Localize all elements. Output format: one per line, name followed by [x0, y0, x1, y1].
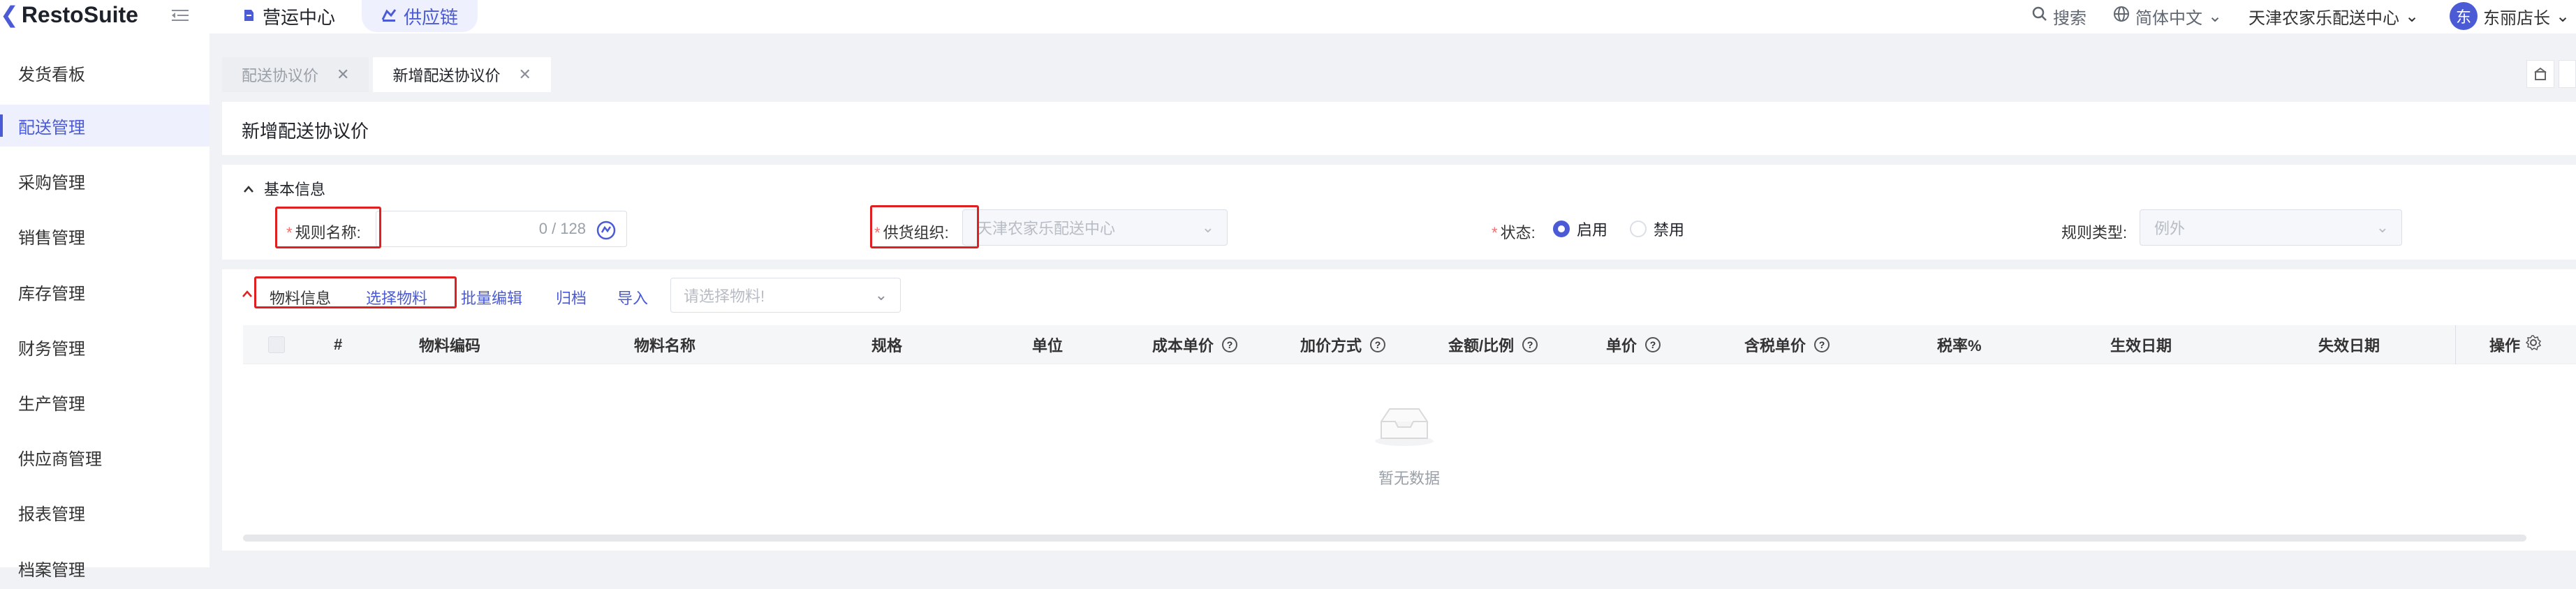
empty-text: 暂无数据 [1378, 470, 1441, 487]
chevron-down-icon: ⌄ [2405, 6, 2420, 26]
close-icon[interactable]: ✕ [337, 66, 349, 84]
col-tax-rate: 税率% [1937, 337, 1982, 355]
sidebar-item-shipping-board[interactable]: 发货看板 [0, 52, 209, 94]
batch-edit-link[interactable]: 批量编辑 [461, 286, 522, 308]
help-icon[interactable]: ? [1522, 337, 1538, 352]
rule-type-select[interactable]: 例外 ⌄ [2140, 209, 2402, 246]
highlight-box-material [254, 276, 457, 308]
col-tax-unit-price: 含税单价? [1744, 325, 1830, 364]
search-button[interactable]: 搜索 [2032, 4, 2086, 29]
title-card: 新增配送协议价 [222, 102, 2576, 155]
sidebar-item-archive[interactable]: 档案管理 [0, 547, 209, 589]
col-index: # [334, 336, 343, 353]
empty-box-icon [1373, 405, 1436, 450]
topnav-tab-operations[interactable]: 营运中心 [222, 0, 355, 32]
top-right-tools: 搜索 简体中文 ⌄ 天津农家乐配送中心 ⌄ 东 东丽店长 ⌄ [2032, 0, 2576, 32]
help-icon[interactable]: ? [1370, 337, 1386, 352]
top-bar: ❮ RestoSuite 营运中心 供应链 搜索 简体中文 ⌄ 天津农家乐配送中心… [0, 0, 2576, 33]
import-link[interactable]: 导入 [617, 286, 648, 308]
col-amount-ratio: 金额/比例? [1448, 325, 1538, 364]
supply-chain-icon [381, 6, 397, 27]
menu-collapse-icon[interactable] [172, 8, 189, 22]
col-unit-price: 单价? [1606, 325, 1661, 364]
col-material-name: 物料名称 [634, 337, 696, 355]
top-nav: 营运中心 供应链 [222, 0, 478, 32]
brand-mark-icon: ❮ [0, 2, 19, 27]
help-icon[interactable]: ? [1222, 337, 1238, 352]
status-label: * 状态: [1492, 224, 1536, 241]
material-select[interactable]: 请选择物料! ⌄ [670, 278, 901, 313]
basic-info-card: 基本信息 * 规则名称: 0 / 128 * 供货组织: 天津农家乐配送中心 ⌄ *… [222, 165, 2576, 260]
search-icon [2032, 6, 2047, 27]
sidebar-item-reports[interactable]: 报表管理 [0, 491, 209, 533]
home-icon[interactable] [2526, 60, 2554, 88]
tab-delivery-price[interactable]: 配送协议价 ✕ [222, 57, 369, 92]
basic-info-header[interactable]: 基本信息 [243, 177, 325, 200]
close-icon[interactable]: ✕ [518, 66, 531, 84]
col-material-code: 物料编码 [419, 337, 481, 355]
org-select[interactable]: 天津农家乐配送中心 ⌄ [2249, 4, 2419, 29]
col-cost-price: 成本单价? [1152, 325, 1238, 364]
chevron-down-icon: ⌄ [2208, 6, 2223, 26]
chevron-down-icon: ⌄ [874, 286, 888, 304]
sidebar-item-purchase[interactable]: 采购管理 [0, 160, 209, 202]
select-all-checkbox[interactable] [268, 325, 285, 364]
help-icon[interactable]: ? [1645, 337, 1661, 352]
sidebar-item-supplier[interactable]: 供应商管理 [0, 436, 209, 478]
material-card: 物料信息 选择物料 批量编辑 归档 导入 请选择物料! ⌄ # 物料编码 物料名… [222, 269, 2576, 551]
chevron-down-icon: ⌄ [1201, 218, 1214, 236]
rule-type-label: 规则类型: [2061, 224, 2128, 241]
collapse-icon[interactable] [242, 289, 253, 301]
user-menu[interactable]: 东 东丽店长 ⌄ [2450, 2, 2570, 30]
brand-logo[interactable]: ❮ RestoSuite [0, 2, 138, 28]
settings-icon[interactable] [2525, 335, 2542, 355]
horizontal-scrollbar[interactable] [243, 535, 2526, 542]
page-tabs: 配送协议价 ✕ 新增配送协议价 ✕ [222, 57, 551, 92]
sidebar-item-inventory[interactable]: 库存管理 [0, 271, 209, 313]
sidebar: 发货看板 配送管理 采购管理 销售管理 库存管理 财务管理 生产管理 供应商管理… [0, 33, 209, 580]
tab-new-delivery-price[interactable]: 新增配送协议价 ✕ [373, 57, 551, 92]
col-effective-date: 生效日期 [2110, 337, 2172, 355]
sidebar-item-production[interactable]: 生产管理 [0, 381, 209, 423]
sidebar-item-finance[interactable]: 财务管理 [0, 326, 209, 368]
highlight-box-rule-name [275, 207, 381, 248]
col-actions: 操作 [2455, 325, 2576, 364]
ai-icon[interactable] [596, 220, 617, 245]
status-radio-enabled[interactable]: 启用 [1553, 218, 1607, 240]
table-header: # 物料编码 物料名称 规格 单位 成本单价? 加价方式? 金额/比例? 单价?… [243, 325, 2576, 364]
supplier-org-select[interactable]: 天津农家乐配送中心 ⌄ [962, 209, 1228, 246]
rule-name-input[interactable]: 0 / 128 [376, 211, 627, 247]
avatar: 东 [2450, 2, 2478, 30]
collapse-icon [243, 179, 254, 197]
help-icon[interactable]: ? [1814, 337, 1830, 352]
col-unit: 单位 [1032, 337, 1063, 355]
highlight-box-supplier-org [870, 205, 979, 248]
globe-icon [2113, 6, 2130, 27]
sidebar-item-delivery[interactable]: 配送管理 [0, 105, 209, 147]
col-expiry-date: 失效日期 [2318, 337, 2380, 355]
operation-icon [242, 6, 256, 27]
col-markup-method: 加价方式? [1300, 325, 1386, 364]
sidebar-item-sales[interactable]: 销售管理 [0, 215, 209, 257]
archive-link[interactable]: 归档 [556, 286, 587, 308]
chevron-down-icon: ⌄ [2556, 6, 2570, 26]
page-title: 新增配送协议价 [242, 121, 369, 142]
chevron-down-icon: ⌄ [2376, 218, 2389, 236]
radio-unchecked-icon [1630, 221, 1647, 237]
status-radio-disabled[interactable]: 禁用 [1630, 218, 1684, 240]
language-select[interactable]: 简体中文 ⌄ [2113, 4, 2222, 29]
topnav-tab-supply-chain[interactable]: 供应链 [362, 0, 478, 32]
col-spec: 规格 [871, 337, 903, 355]
fullscreen-icon[interactable] [2559, 60, 2576, 88]
radio-checked-icon [1553, 221, 1570, 237]
